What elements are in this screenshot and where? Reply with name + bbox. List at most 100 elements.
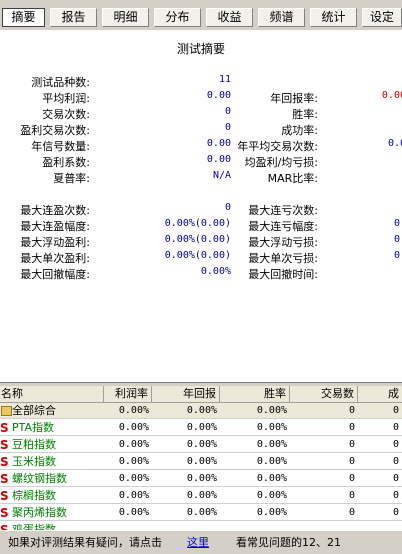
annual-return-label: 年回报率: [270,92,318,105]
max-single-loss-label: 最大单次亏损: [248,252,318,265]
tab-settings[interactable]: 设定 [362,8,402,27]
table-cell: 0.00% [186,422,217,433]
row-name: 玉米指数 [12,455,56,468]
avg-yearly-trades-value: 0.0 [387,138,402,149]
table-row[interactable]: S 棕榈指数 0.00% 0.00% 0.00% 0 0 [0,488,402,504]
row-name-cell: S 鸡蛋指数 [0,522,104,530]
status-bar: 如果对评测结果有疑问，请点击 这里 看常见问题的12、21 [0,530,402,554]
table-row[interactable]: S PTA指数 0.00% 0.00% 0.00% 0 0 [0,420,402,436]
table-row[interactable]: 全部综合 0.00% 0.00% 0.00% 0 0 [0,403,402,419]
row-name: PTA指数 [12,421,55,434]
col-header-trades[interactable]: 交易数 [290,386,358,402]
table-cell: 0.00% [118,490,149,501]
row-name-cell: 全部综合 [0,403,104,419]
table-row[interactable]: S 鸡蛋指数 [0,522,402,530]
table-cell: 0 [392,422,399,433]
col-header-name[interactable]: 名称 [0,386,104,402]
max-drawdown-time-label: 最大回撤时间: [248,268,318,281]
avg-profit-label: 平均利润: [42,92,90,105]
max-consec-loss-amp-value: 0. [393,218,402,229]
table-cell: 0 [348,405,355,416]
max-consec-loss-amp-label: 最大连亏幅度: [248,220,318,233]
table-cell [104,522,152,530]
help-link[interactable]: 这里 [187,531,209,554]
table-row[interactable]: S 螺纹钢指数 0.00% 0.00% 0.00% 0 0 [0,471,402,487]
max-float-loss-label: 最大浮动亏损: [248,236,318,249]
table-cell: 0 [392,473,399,484]
table-cell: 0.00% [186,507,217,518]
test-count-value: 11 [218,74,231,85]
max-consec-losses-label: 最大连亏次数: [248,204,318,217]
col-header-win-rate[interactable]: 胜率 [220,386,290,402]
table-cell: 0 [392,439,399,450]
table-cell: 0.00% [256,422,287,433]
max-float-profit-value: 0.00%(0.00) [164,234,231,245]
table-cell: 0.00% [118,507,149,518]
col-header-profit-rate[interactable]: 利润率 [104,386,152,402]
table-cell: 0.00% [256,456,287,467]
row-name-cell: S 玉米指数 [0,454,104,470]
profit-factor-label: 盈利系数: [42,156,90,169]
avg-profit-value: 0.00 [206,90,231,101]
avg-yearly-trades-label: 年平均交易次数: [237,140,318,153]
table-cell: 0.00% [256,439,287,450]
win-trade-count-label: 盈利交易次数: [20,124,90,137]
tab-spectrum[interactable]: 频谱 [258,8,305,27]
table-cell [152,522,220,530]
trade-count-value: 0 [224,106,231,117]
profit-factor-value: 0.00 [206,154,231,165]
s-icon: S [0,421,9,435]
col-header-success[interactable]: 成 [358,386,402,402]
s-icon: S [0,506,9,520]
table-cell [290,522,358,530]
table-cell: 0.00% [256,490,287,501]
table-row[interactable]: S 玉米指数 0.00% 0.00% 0.00% 0 0 [0,454,402,470]
table-cell: 0 [392,507,399,518]
max-consec-win-amp-label: 最大连盈幅度: [20,220,90,233]
max-float-profit-label: 最大浮动盈利: [20,236,90,249]
s-icon: S [0,472,9,486]
table-cell: 0.00% [186,490,217,501]
table-cell: 0.00% [118,439,149,450]
tab-statistics[interactable]: 统计 [310,8,357,27]
table-cell: 0.00% [118,422,149,433]
col-header-annual-return[interactable]: 年回报 [152,386,220,402]
results-table: 名称 利润率 年回报 胜率 交易数 成 全部综合 0.00% 0.00% 0.00% 0… [0,386,402,530]
table-cell: 0 [392,405,399,416]
max-consec-wins-value: 0 [224,202,231,213]
max-drawdown-value: 0.00% [200,266,231,277]
row-name-cell: S PTA指数 [0,420,104,436]
table-cell: 0 [348,507,355,518]
table-cell: 0.00% [256,507,287,518]
row-name: 棕榈指数 [12,489,56,502]
tab-report[interactable]: 报告 [50,8,97,27]
trade-count-label: 交易次数: [42,108,90,121]
sharpe-ratio-label: 夏普率: [53,172,90,185]
tab-summary[interactable]: 摘要 [2,8,45,27]
annual-return-value: 0.00 [381,90,402,101]
row-name: 全部综合 [12,404,56,417]
table-cell: 0 [392,456,399,467]
tab-detail[interactable]: 明细 [102,8,149,27]
table-cell: 0.00% [186,405,217,416]
table-cell: 0.00% [256,405,287,416]
table-row[interactable]: S 聚丙烯指数 0.00% 0.00% 0.00% 0 0 [0,505,402,521]
max-single-loss-value: 0. [393,250,402,261]
s-icon: S [0,523,9,530]
yearly-signals-label: 年信号数量: [31,140,90,153]
row-name-cell: S 螺纹钢指数 [0,471,104,487]
row-name-cell: S 棕榈指数 [0,488,104,504]
win-trade-count-value: 0 [224,122,231,133]
tab-returns[interactable]: 收益 [206,8,253,27]
max-consec-wins-label: 最大连盈次数: [20,204,90,217]
table-cell: 0.00% [256,473,287,484]
tab-distribution[interactable]: 分布 [154,8,201,27]
mar-ratio-label: MAR比率: [267,172,318,185]
table-row[interactable]: S 豆粕指数 0.00% 0.00% 0.00% 0 0 [0,437,402,453]
s-icon: S [0,455,9,469]
max-consec-win-amp-value: 0.00%(0.00) [164,218,231,229]
max-drawdown-label: 最大回撤幅度: [20,268,90,281]
table-cell: 0.00% [118,405,149,416]
row-name: 豆粕指数 [12,438,56,451]
yearly-signals-value: 0.00 [206,138,231,149]
